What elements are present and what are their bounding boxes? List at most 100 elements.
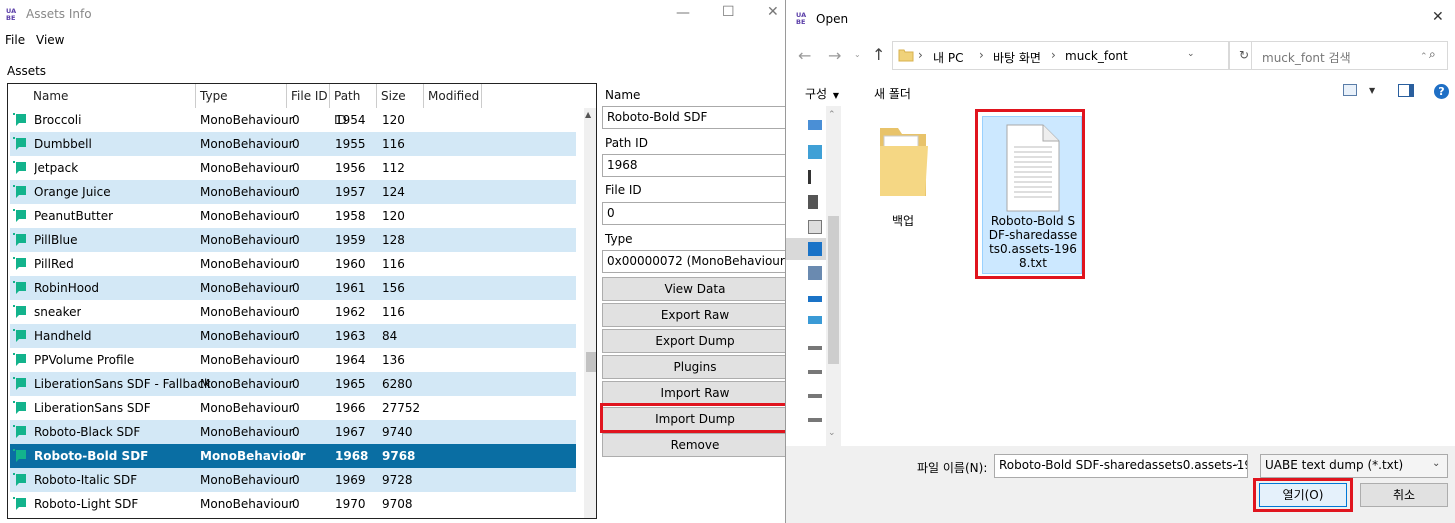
minimize-icon[interactable]: — bbox=[676, 5, 690, 21]
view-dropdown-icon[interactable]: ▼ bbox=[1369, 86, 1375, 95]
name-label: Name bbox=[605, 88, 641, 102]
quick-access-icon[interactable] bbox=[808, 120, 822, 130]
table-row[interactable]: Broccoli MonoBehaviour 0 1954 120 bbox=[10, 108, 576, 132]
preview-pane-icon[interactable] bbox=[1398, 84, 1414, 97]
export-raw-button[interactable]: Export Raw bbox=[602, 303, 788, 327]
file-name-input[interactable]: Roboto-Bold SDF-sharedassets0.assets-196 bbox=[994, 454, 1248, 478]
maximize-icon[interactable]: ☐ bbox=[722, 4, 735, 20]
table-row[interactable]: Jetpack MonoBehaviour 0 1956 112 bbox=[10, 156, 576, 180]
breadcrumb-pc[interactable]: 내 PC bbox=[933, 49, 963, 66]
cancel-button[interactable]: 취소 bbox=[1360, 483, 1448, 507]
search-box[interactable]: muck_font 검색 ⌕ bbox=[1251, 41, 1448, 70]
desktop-icon[interactable] bbox=[808, 195, 818, 209]
cell-size: 124 bbox=[382, 185, 405, 199]
cell-path-id: 1954 bbox=[335, 113, 366, 127]
music-icon[interactable] bbox=[808, 266, 822, 280]
dialog-close-icon[interactable]: ✕ bbox=[1432, 9, 1444, 25]
drive-e-icon[interactable] bbox=[808, 394, 822, 398]
cell-name: PeanutButter bbox=[34, 209, 114, 223]
cell-file-id: 0 bbox=[292, 329, 300, 343]
assets-label: Assets bbox=[7, 64, 47, 78]
name-field[interactable]: Roboto-Bold SDF bbox=[602, 106, 788, 129]
search-input[interactable]: muck_font 검색 bbox=[1262, 49, 1351, 66]
menu-view[interactable]: View bbox=[36, 33, 64, 47]
cell-size: 116 bbox=[382, 257, 405, 271]
file-type-dropdown-icon[interactable]: ⌄ bbox=[1432, 458, 1440, 469]
table-row[interactable]: PeanutButter MonoBehaviour 0 1958 120 bbox=[10, 204, 576, 228]
table-row[interactable]: LiberationSans SDF - Fallback MonoBehavio… bbox=[10, 372, 576, 396]
path-id-field[interactable]: 1968 bbox=[602, 154, 788, 177]
drive-d-icon[interactable] bbox=[808, 370, 822, 374]
cell-type: MonoBehaviour bbox=[200, 353, 294, 367]
table-row[interactable]: PillBlue MonoBehaviour 0 1959 128 bbox=[10, 228, 576, 252]
dialog-logo-icon: UA BE bbox=[796, 11, 807, 26]
scroll-up-icon[interactable]: ▲ bbox=[585, 110, 591, 119]
table-row[interactable]: Roboto-Bold SDF MonoBehaviour 0 1968 9768 bbox=[10, 444, 576, 468]
table-scrollbar[interactable] bbox=[584, 108, 596, 518]
table-row[interactable]: sneaker MonoBehaviour 0 1962 116 bbox=[10, 300, 576, 324]
documents-icon[interactable] bbox=[808, 220, 822, 234]
table-row[interactable]: Orange Juice MonoBehaviour 0 1957 124 bbox=[10, 180, 576, 204]
export-dump-button[interactable]: Export Dump bbox=[602, 329, 788, 353]
remove-button[interactable]: Remove bbox=[602, 433, 788, 457]
col-path-id[interactable]: Path ID bbox=[330, 84, 377, 127]
address-bar[interactable]: › 내 PC › 바탕 화면 › muck_font ⌄ bbox=[892, 41, 1229, 70]
view-data-button[interactable]: View Data bbox=[602, 277, 788, 301]
table-row[interactable]: Roboto-Italic SDF MonoBehaviour 0 1969 9728 bbox=[10, 468, 576, 492]
table-row[interactable]: Handheld MonoBehaviour 0 1963 84 bbox=[10, 324, 576, 348]
cloud-icon[interactable] bbox=[808, 145, 822, 159]
table-row[interactable]: PPVolume Profile MonoBehaviour 0 1964 136 bbox=[10, 348, 576, 372]
address-dropdown-icon[interactable]: ⌄ bbox=[1187, 49, 1195, 59]
help-icon[interactable]: ? bbox=[1434, 84, 1449, 99]
downloads-icon[interactable] bbox=[808, 242, 822, 256]
monobehaviour-icon bbox=[13, 377, 26, 390]
menu-file[interactable]: File bbox=[5, 33, 25, 47]
file-id-field[interactable]: 0 bbox=[602, 202, 788, 225]
monobehaviour-icon bbox=[13, 353, 26, 366]
col-file-id[interactable]: File ID bbox=[287, 84, 330, 108]
table-row[interactable]: Roboto-Light SDF MonoBehaviour 0 1970 9708 bbox=[10, 492, 576, 516]
back-icon[interactable]: ← bbox=[798, 46, 811, 65]
import-raw-button[interactable]: Import Raw bbox=[602, 381, 788, 405]
table-row[interactable]: Roboto-Black SDF MonoBehaviour 0 1967 9740 bbox=[10, 420, 576, 444]
close-icon[interactable]: ✕ bbox=[767, 4, 779, 20]
breadcrumb-muck-font[interactable]: muck_font bbox=[1065, 49, 1128, 63]
plugins-button[interactable]: Plugins bbox=[602, 355, 788, 379]
view-options-icon[interactable] bbox=[1343, 84, 1357, 96]
nav-scroll-down-icon[interactable]: ⌄ bbox=[828, 428, 836, 438]
import-dump-highlight bbox=[600, 403, 790, 433]
file-name-dropdown-icon[interactable]: ⌄ bbox=[1232, 458, 1240, 469]
new-folder-button[interactable]: 새 폴더 bbox=[874, 85, 911, 102]
table-scroll-thumb[interactable] bbox=[586, 352, 596, 372]
drive-f-icon[interactable] bbox=[808, 418, 822, 422]
pc-icon[interactable] bbox=[808, 170, 822, 184]
organize-button[interactable]: 구성 ▼ bbox=[805, 85, 839, 102]
nav-scroll-up-icon[interactable]: ⌃ bbox=[828, 110, 836, 120]
table-row[interactable]: PillRed MonoBehaviour 0 1960 116 bbox=[10, 252, 576, 276]
table-row[interactable]: LiberationSans SDF MonoBehaviour 0 1966 2775… bbox=[10, 396, 576, 420]
forward-icon[interactable]: → bbox=[828, 46, 841, 65]
table-row[interactable]: Dumbbell MonoBehaviour 0 1955 116 bbox=[10, 132, 576, 156]
cell-size: 84 bbox=[382, 329, 398, 343]
files-scroll-up-icon[interactable]: ⌃ bbox=[1420, 52, 1428, 62]
pictures-icon[interactable] bbox=[808, 296, 822, 302]
search-icon[interactable]: ⌕ bbox=[1429, 47, 1436, 62]
drive-c-icon[interactable] bbox=[808, 346, 822, 350]
col-name[interactable]: Name bbox=[29, 84, 196, 108]
col-type[interactable]: Type bbox=[196, 84, 287, 108]
table-row[interactable]: RobinHood MonoBehaviour 0 1961 156 bbox=[10, 276, 576, 300]
recent-dropdown-icon[interactable]: ⌄ bbox=[854, 50, 861, 59]
nav-scroll-thumb[interactable] bbox=[828, 216, 839, 364]
cell-name: sneaker bbox=[34, 305, 82, 319]
col-size[interactable]: Size bbox=[377, 84, 424, 108]
cell-path-id: 1969 bbox=[335, 473, 366, 487]
breadcrumb-desktop[interactable]: 바탕 화면 bbox=[993, 49, 1041, 66]
videos-icon[interactable] bbox=[808, 316, 822, 324]
col-modified[interactable]: Modified bbox=[424, 84, 482, 108]
folder-item-backup[interactable]: 백업 bbox=[868, 118, 938, 238]
file-type-select[interactable]: UABE text dump (*.txt) bbox=[1260, 454, 1448, 478]
type-field[interactable]: 0x00000072 (MonoBehaviour) bbox=[602, 250, 788, 273]
cell-size: 6280 bbox=[382, 377, 413, 391]
cell-type: MonoBehaviour bbox=[200, 161, 294, 175]
up-icon[interactable]: ↑ bbox=[872, 45, 885, 64]
